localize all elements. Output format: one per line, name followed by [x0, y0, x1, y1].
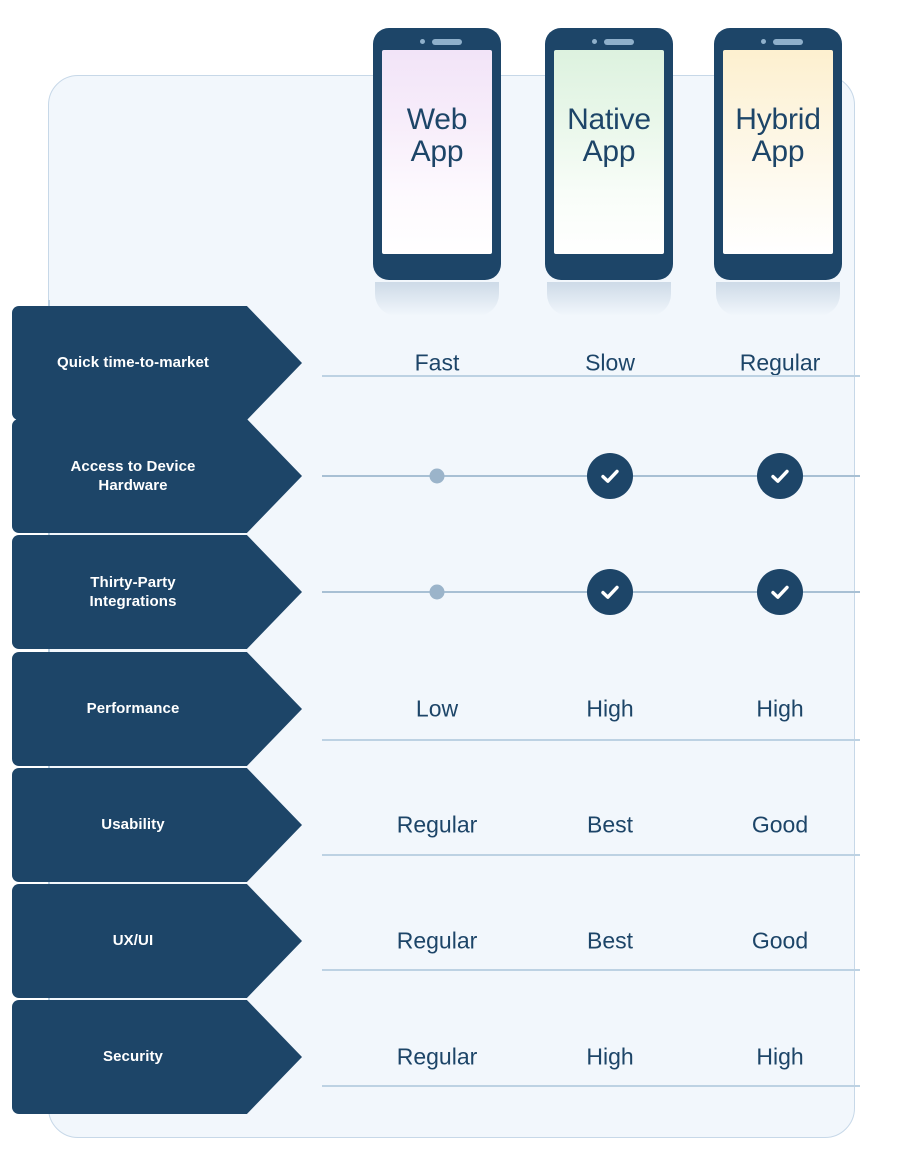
phone-mockup-hybrid-app: Hybrid App [714, 28, 842, 280]
column-title-hybrid-app-line1: Hybrid [735, 103, 821, 136]
row-label-line2: Hardware [98, 477, 168, 494]
column-title-hybrid-app: Hybrid App [735, 103, 821, 169]
row-label-performance: Performance [12, 652, 302, 766]
check-circle-icon [757, 569, 803, 615]
phone-screen-hybrid-app: Hybrid App [723, 50, 833, 254]
table-row: Thirty-Party Integrations [0, 535, 900, 649]
row-values: Regular Best Good [322, 884, 860, 998]
row-label-line1: Thirty-Party [90, 573, 176, 591]
row-values [322, 419, 860, 533]
row-label-line1: UX/UI [112, 932, 154, 950]
phone-speaker-icon [432, 39, 462, 45]
table-row: UX/UI Regular Best Good [0, 884, 900, 998]
cell-value-web: Low [415, 695, 459, 722]
table-row: Performance Low High High [0, 652, 900, 766]
column-title-native-app-line2: App [582, 135, 636, 169]
phone-mockup-web-app: Web App [373, 28, 501, 280]
cell-value-native: Best [586, 927, 634, 954]
phone-shadow-hybrid [716, 282, 840, 316]
row-label-line1: Quick time-to-market [56, 354, 210, 372]
cell-value-web: Regular [396, 811, 478, 838]
phone-screen-native-app: Native App [554, 50, 664, 254]
phone-speaker-icon [773, 39, 803, 45]
row-label-line1: Performance [86, 700, 180, 718]
cell-value-web: Fast [414, 349, 460, 376]
cell-value-native: Slow [585, 349, 635, 376]
cell-value-hybrid: Regular [739, 349, 821, 376]
row-label-security: Security [12, 1000, 302, 1114]
phone-mockup-native-app: Native App [545, 28, 673, 280]
cell-value-web: Regular [396, 1043, 478, 1070]
phone-camera-icon [420, 39, 425, 44]
muted-dot-icon [429, 468, 445, 484]
row-label-line1: Security [103, 1048, 163, 1066]
row-values: Regular High High [322, 1000, 860, 1114]
column-title-native-app-line1: Native [567, 103, 651, 136]
row-label-access-to-device-hardware: Access to Device Hardware [12, 419, 302, 533]
phone-screen-web-app: Web App [382, 50, 492, 254]
phone-shadow-native [547, 282, 671, 316]
table-row: Security Regular High High [0, 1000, 900, 1114]
cell-value-hybrid: Good [751, 927, 809, 954]
row-label-quick-time-to-market: Quick time-to-market [12, 306, 302, 420]
cell-value-native: High [586, 695, 634, 722]
phone-camera-icon [592, 39, 597, 44]
muted-dot-icon [429, 584, 445, 600]
row-values: Low High High [322, 652, 860, 766]
row-separator [322, 739, 860, 741]
row-label-line2: Integrations [89, 593, 177, 610]
cell-value-native: High [586, 1043, 634, 1070]
row-separator [322, 969, 860, 971]
phone-speaker-icon [604, 39, 634, 45]
cell-value-web: Regular [396, 927, 478, 954]
column-title-web-app-line1: Web [406, 103, 468, 136]
row-separator [322, 854, 860, 856]
row-label-line1: Access to Device [70, 457, 196, 475]
phone-shadow-web [375, 282, 499, 316]
row-label-usability: Usability [12, 768, 302, 882]
row-label-thirty-party-integrations: Thirty-Party Integrations [12, 535, 302, 649]
column-title-web-app: Web App [406, 103, 468, 169]
table-row: Access to Device Hardware [0, 419, 900, 533]
column-title-native-app: Native App [567, 103, 651, 169]
cell-value-hybrid: High [756, 695, 804, 722]
phone-camera-icon [761, 39, 766, 44]
row-label-line1: Usability [101, 816, 165, 834]
check-circle-icon [757, 453, 803, 499]
row-separator [322, 375, 860, 377]
row-values: Regular Best Good [322, 768, 860, 882]
cell-value-hybrid: Good [751, 811, 809, 838]
row-values [322, 535, 860, 649]
column-title-hybrid-app-line2: App [751, 135, 805, 169]
check-circle-icon [587, 569, 633, 615]
row-values: Fast Slow Regular [322, 306, 860, 420]
check-circle-icon [587, 453, 633, 499]
column-title-web-app-line2: App [410, 135, 464, 169]
table-row: Usability Regular Best Good [0, 768, 900, 882]
row-label-ux-ui: UX/UI [12, 884, 302, 998]
cell-value-hybrid: High [756, 1043, 804, 1070]
cell-value-native: Best [586, 811, 634, 838]
table-row: Quick time-to-market Fast Slow Regular [0, 306, 900, 420]
row-separator [322, 1085, 860, 1087]
